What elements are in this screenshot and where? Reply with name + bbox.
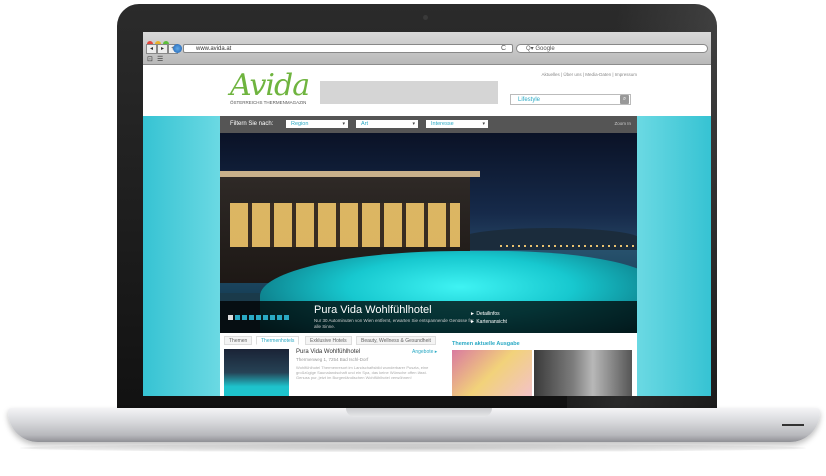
art-dropdown-label: Art [361, 121, 369, 127]
listing-thumbnail[interactable] [224, 349, 289, 396]
background-right [637, 116, 711, 396]
reload-icon[interactable]: C [501, 45, 506, 52]
content-area: Themen Thermenhotels Exklusive Hotels Be… [220, 333, 637, 396]
hero-title[interactable]: Pura Vida Wohlfühlhotel [314, 304, 432, 316]
slide-dot[interactable] [235, 315, 240, 320]
current-issue-title[interactable]: Themen aktuelle Ausgabe [452, 341, 520, 347]
slide-dot[interactable] [263, 315, 268, 320]
sleep-indicator [782, 424, 804, 426]
zoom-link[interactable]: Zoom In [614, 121, 631, 126]
tab-exklusive-hotels[interactable]: Exklusive Hotels [305, 336, 352, 345]
site-tagline: ÖSTERREICHS THERMENMAGAZIN [230, 100, 307, 105]
top-navigation-links[interactable]: Aktuelles | Über uns | Media-Daten | Imp… [541, 72, 637, 77]
chevron-down-icon: ▾ [342, 121, 345, 127]
desk-shadow [20, 444, 806, 452]
tab-thermenhotels[interactable]: Thermenhotels [256, 336, 300, 345]
art-dropdown[interactable]: Art ▾ [356, 120, 418, 128]
site-globe-icon [173, 44, 182, 53]
hero-windows [230, 203, 460, 247]
search-icon: Q▾ [526, 46, 534, 52]
chevron-down-icon: ▾ [412, 121, 415, 127]
browser-search-input[interactable]: Q▾ Google [516, 44, 708, 53]
site-logo[interactable]: Avida [230, 68, 310, 103]
laptop-screen: ◂ ▸ + www.avida.at C Q▾ Google ⊡ ☰ Avida… [143, 32, 711, 396]
reading-list-icon[interactable]: ☰ [157, 55, 163, 63]
listing-title[interactable]: Pura Vida Wohlfühlhotel [296, 349, 360, 355]
filter-label: Filtern Sie nach: [230, 121, 274, 127]
hero-slider[interactable]: Pura Vida Wohlfühlhotel Nur 30 Autominut… [220, 133, 637, 333]
listing-address: Thermenweg 1, 7254 Bad Ischl-Dorf [296, 357, 369, 362]
offers-link[interactable]: Angebote ▸ [412, 349, 437, 355]
slide-dot[interactable] [270, 315, 275, 320]
slide-dot[interactable] [249, 315, 254, 320]
address-bar[interactable]: www.avida.at [183, 44, 513, 53]
search-button-icon[interactable]: ⌕ [620, 95, 629, 104]
region-dropdown[interactable]: Region ▾ [286, 120, 348, 128]
laptop-base [8, 408, 820, 442]
filter-bar: Filtern Sie nach: Region ▾ Art ▾ Interesse… [220, 116, 637, 133]
interest-dropdown[interactable]: Interesse ▾ [426, 120, 488, 128]
details-link[interactable]: ► Detailinfos [470, 310, 507, 318]
issue-photo-flowers[interactable] [452, 350, 532, 396]
region-dropdown-label: Region [291, 121, 309, 127]
site-search-input[interactable]: Lifestyle [510, 94, 631, 105]
forward-button[interactable]: ▸ [157, 44, 168, 54]
tab-themen[interactable]: Themen [224, 336, 253, 345]
slide-dot[interactable] [256, 315, 261, 320]
map-link[interactable]: ► Kartenansicht [470, 318, 507, 326]
slide-dot[interactable] [284, 315, 289, 320]
slide-dot[interactable] [277, 315, 282, 320]
chevron-down-icon: ▾ [482, 121, 485, 127]
lid-notch [346, 408, 492, 417]
background-left [143, 116, 220, 396]
interest-dropdown-label: Interesse [431, 121, 454, 127]
hero-subtitle: Nur 30 Autominuten von Wien entfernt, er… [314, 318, 474, 329]
site-header: Avida ÖSTERREICHS THERMENMAGAZIN Aktuell… [143, 65, 711, 116]
slide-indicators [228, 307, 291, 325]
hero-links: ► Detailinfos ► Kartenansicht [470, 310, 507, 326]
hero-shore-lights [500, 245, 637, 247]
slide-dot[interactable] [228, 315, 233, 320]
listing-description: Wohlfühlhotel Thermenresort im Landschaf… [296, 365, 429, 380]
search-placeholder: Google [535, 46, 555, 52]
ad-banner[interactable] [320, 81, 498, 104]
hero-caption: Pura Vida Wohlfühlhotel Nur 30 Autominut… [220, 301, 637, 333]
browser-toolbar: ◂ ▸ + www.avida.at C Q▾ Google ⊡ ☰ [143, 32, 711, 65]
slide-dot[interactable] [242, 315, 247, 320]
bookmarks-icon[interactable]: ⊡ [147, 55, 153, 63]
back-button[interactable]: ◂ [146, 44, 157, 54]
hero-roof [220, 171, 480, 177]
tab-beauty-wellness[interactable]: Beauty, Wellness & Gesundheit [356, 336, 436, 345]
webcam [423, 15, 428, 20]
issue-photo-spa[interactable] [534, 350, 632, 396]
